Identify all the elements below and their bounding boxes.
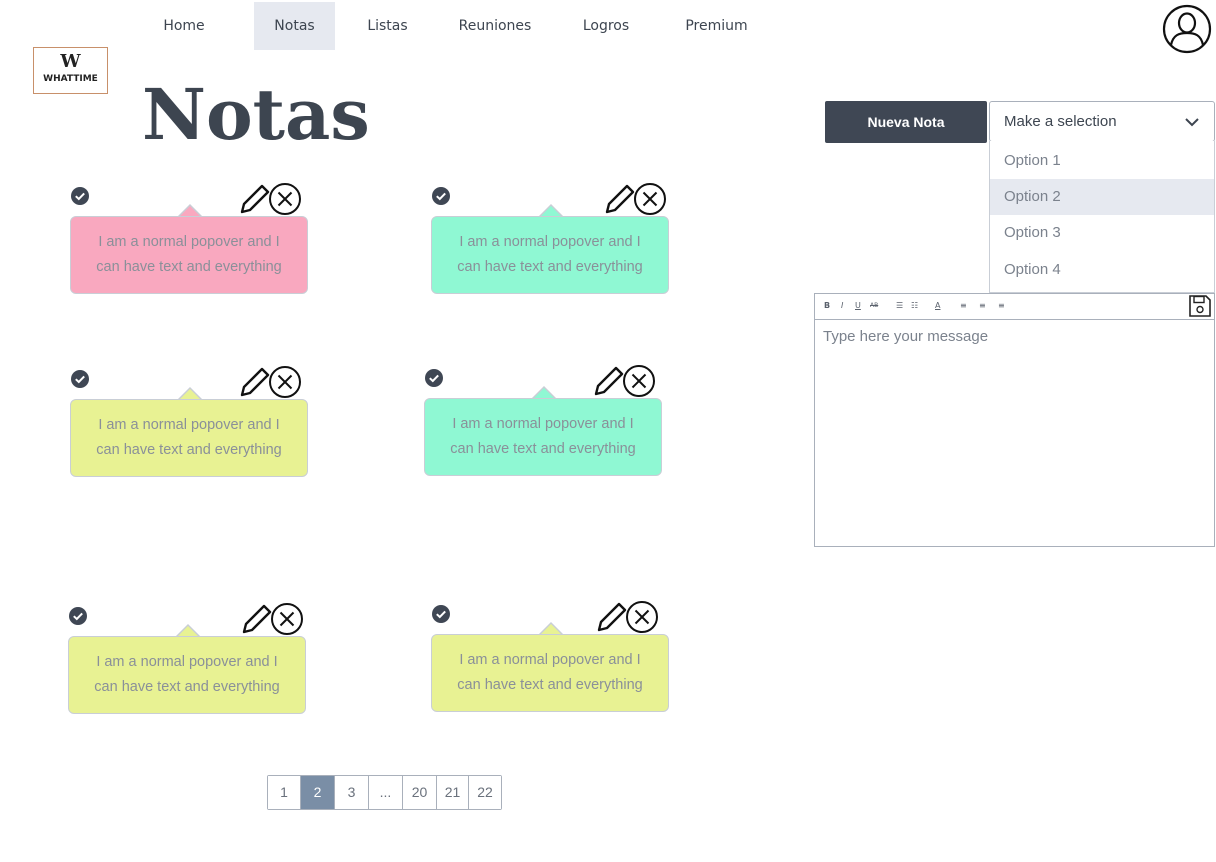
pencil-icon[interactable] (238, 365, 272, 399)
chevron-down-icon (1185, 118, 1199, 127)
align-right-button[interactable]: ≡ (998, 300, 1005, 312)
note-card: I am a normal popover and I can have tex… (431, 183, 669, 296)
nav-item-premium[interactable]: Premium (673, 2, 760, 50)
nav-item-logros[interactable]: Logros (568, 2, 644, 50)
check-circle-icon[interactable] (424, 368, 444, 388)
page-button-2[interactable]: 2 (301, 776, 335, 809)
pencil-icon[interactable] (592, 364, 626, 398)
bold-button[interactable]: B (824, 300, 830, 312)
check-circle-icon[interactable] (68, 606, 88, 626)
check-circle-icon[interactable] (431, 186, 451, 206)
select-option-1[interactable]: Option 1 (990, 143, 1214, 179)
page-button-1[interactable]: 1 (268, 776, 301, 809)
note-text[interactable]: I am a normal popover and I can have tex… (424, 398, 662, 476)
page-button-3[interactable]: 3 (335, 776, 369, 809)
note-card: I am a normal popover and I can have tex… (431, 601, 669, 714)
user-avatar-icon[interactable] (1162, 4, 1212, 54)
underline-button[interactable]: U (855, 300, 861, 312)
select-option-4[interactable]: Option 4 (990, 252, 1214, 288)
page-button-21[interactable]: 21 (437, 776, 469, 809)
note-card: I am a normal popover and I can have tex… (70, 183, 308, 296)
page-button-22[interactable]: 22 (469, 776, 501, 809)
numbered-list-button[interactable]: ☷ (911, 300, 918, 312)
nav-item-listas[interactable]: Listas (355, 2, 420, 50)
pencil-icon[interactable] (240, 602, 274, 636)
note-card: I am a normal popover and I can have tex… (68, 603, 306, 716)
close-circle-icon[interactable] (622, 364, 656, 398)
pencil-icon[interactable] (238, 182, 272, 216)
check-circle-icon[interactable] (431, 604, 451, 624)
strikethrough-button[interactable]: AB (870, 300, 878, 312)
note-card: I am a normal popover and I can have tex… (424, 365, 662, 478)
select-value: Make a selection (1004, 113, 1117, 130)
align-left-button[interactable]: ≡ (960, 300, 967, 312)
select-dropdown: Option 1 Option 2 Option 3 Option 4 (989, 141, 1215, 293)
brand-logo[interactable]: W WHATTIME (33, 47, 108, 94)
note-text[interactable]: I am a normal popover and I can have tex… (68, 636, 306, 714)
select-option-2[interactable]: Option 2 (990, 179, 1214, 215)
nav-item-notas[interactable]: Notas (254, 2, 335, 50)
align-center-button[interactable]: ≡ (979, 300, 986, 312)
message-input[interactable] (823, 328, 1203, 345)
note-text[interactable]: I am a normal popover and I can have tex… (70, 399, 308, 477)
pencil-icon[interactable] (595, 600, 629, 634)
note-text[interactable]: I am a normal popover and I can have tex… (70, 216, 308, 294)
text-color-button[interactable]: A (935, 300, 940, 312)
editor-toolbar: B I U AB ☰ ☷ A ≡ ≡ ≡ (815, 294, 1214, 320)
category-select[interactable]: Make a selection (989, 101, 1215, 142)
pencil-icon[interactable] (603, 182, 637, 216)
close-circle-icon[interactable] (270, 602, 304, 636)
close-circle-icon[interactable] (633, 182, 667, 216)
save-icon[interactable] (1188, 294, 1212, 318)
logo-mark: W (60, 51, 81, 72)
bullet-list-button[interactable]: ☰ (896, 300, 903, 312)
page-ellipsis: ... (369, 776, 403, 809)
note-editor: B I U AB ☰ ☷ A ≡ ≡ ≡ (814, 293, 1215, 547)
new-note-button[interactable]: Nueva Nota (825, 101, 987, 143)
logo-text: WHATTIME (43, 74, 98, 84)
note-text[interactable]: I am a normal popover and I can have tex… (431, 634, 669, 712)
page-title: Notas (142, 73, 370, 156)
close-circle-icon[interactable] (268, 182, 302, 216)
close-circle-icon[interactable] (625, 600, 659, 634)
nav-item-home[interactable]: Home (143, 2, 225, 50)
page-button-20[interactable]: 20 (403, 776, 437, 809)
note-text[interactable]: I am a normal popover and I can have tex… (431, 216, 669, 294)
nav-item-reuniones[interactable]: Reuniones (445, 2, 545, 50)
check-circle-icon[interactable] (70, 369, 90, 389)
check-circle-icon[interactable] (70, 186, 90, 206)
close-circle-icon[interactable] (268, 365, 302, 399)
pagination: 1 2 3 ... 20 21 22 (267, 775, 502, 810)
italic-button[interactable]: I (841, 300, 843, 312)
note-card: I am a normal popover and I can have tex… (70, 366, 308, 479)
select-option-3[interactable]: Option 3 (990, 215, 1214, 251)
